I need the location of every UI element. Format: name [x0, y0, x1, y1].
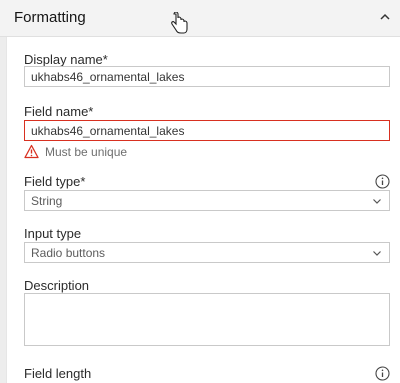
field-type-select[interactable]: String [24, 190, 390, 211]
display-name-label: Display name* [24, 52, 108, 67]
hand-pointer-icon [171, 12, 188, 34]
chevron-down-icon [373, 199, 381, 204]
error-message: Must be unique [45, 145, 128, 159]
warning-icon [24, 144, 39, 159]
input-type-label: Input type [24, 226, 82, 241]
section-divider [6, 37, 7, 383]
formatting-panel: Formatting Display name* ukhabs46_orname… [0, 0, 400, 383]
info-icon[interactable] [375, 366, 390, 381]
input-type-select[interactable]: Radio buttons [24, 242, 390, 263]
field-length-label: Field length [24, 366, 92, 381]
description-label: Description [24, 278, 90, 293]
display-name-input[interactable]: ukhabs46_ornamental_lakes [24, 66, 390, 87]
info-icon[interactable] [375, 174, 390, 189]
chevron-up-icon[interactable] [378, 10, 392, 24]
description-textarea[interactable] [24, 293, 390, 346]
field-type-label: Field type* [24, 174, 86, 189]
field-type-value: String [31, 194, 63, 208]
input-type-value: Radio buttons [31, 246, 106, 260]
chevron-down-icon [373, 251, 381, 256]
formatting-section-header[interactable]: Formatting [0, 0, 400, 37]
section-title: Formatting [14, 9, 86, 26]
field-name-input[interactable]: ukhabs46_ornamental_lakes [24, 120, 390, 141]
field-name-label: Field name* [24, 104, 94, 119]
